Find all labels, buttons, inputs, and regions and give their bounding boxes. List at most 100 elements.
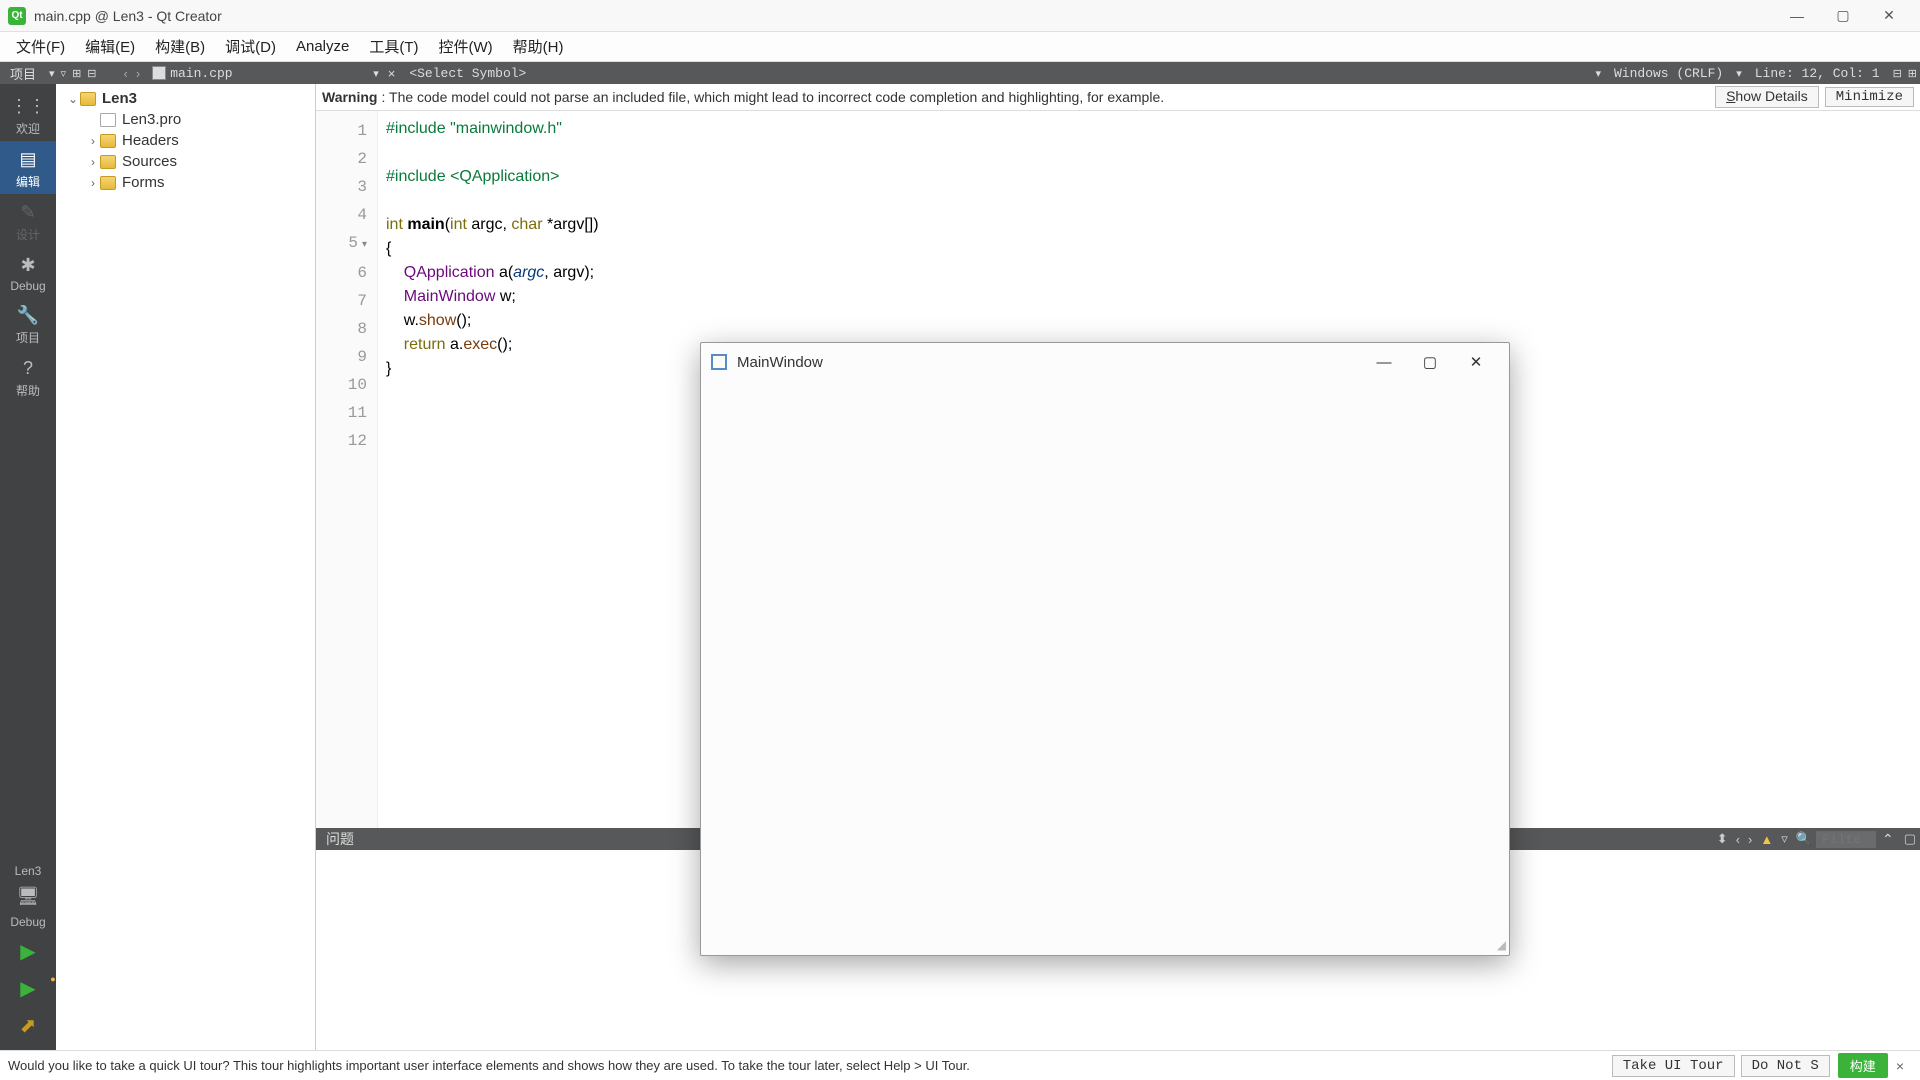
minimize-warning-button[interactable]: Minimize	[1825, 87, 1914, 107]
folder-icon	[100, 155, 116, 169]
run-debug-button[interactable]: ▶●	[20, 970, 35, 1007]
menu-help[interactable]: 帮助(H)	[503, 32, 574, 61]
menu-widgets[interactable]: 控件(W)	[429, 32, 503, 61]
line-number[interactable]: 3	[316, 173, 377, 201]
filter-icon-2[interactable]: ▿	[58, 67, 70, 80]
popup-close-icon[interactable]: ✕	[1453, 346, 1499, 378]
code-line[interactable]	[386, 189, 1912, 213]
line-number[interactable]: 2	[316, 145, 377, 173]
chevron-down-icon[interactable]: ⌄	[66, 92, 80, 106]
line-number[interactable]: 8	[316, 315, 377, 343]
edit-icon: ▤	[19, 149, 36, 170]
code-line[interactable]: #include <QApplication>	[386, 165, 1912, 189]
menu-file[interactable]: 文件(F)	[6, 32, 75, 61]
code-line[interactable]: w.show();	[386, 309, 1912, 333]
split-icon[interactable]: ⊞	[69, 67, 84, 80]
code-line[interactable]: #include "mainwindow.h"	[386, 117, 1912, 141]
project-dropdown[interactable]: 项目	[0, 64, 46, 83]
line-number[interactable]: 11	[316, 399, 377, 427]
file-dropdown-icon[interactable]: ▾	[370, 67, 382, 80]
popup-titlebar[interactable]: MainWindow — ▢ ✕	[701, 343, 1509, 381]
menu-tools[interactable]: 工具(T)	[359, 32, 428, 61]
bug-overlay-icon: ●	[50, 974, 55, 984]
issues-panel-title[interactable]: 问题	[316, 829, 364, 849]
menu-debug[interactable]: 调试(D)	[215, 32, 286, 61]
do-not-show-button[interactable]: Do Not S	[1741, 1055, 1830, 1077]
close-split-icon[interactable]: ⊟	[84, 67, 99, 80]
line-number[interactable]: 7	[316, 287, 377, 315]
open-file-dropdown[interactable]: main.cpp	[170, 66, 370, 81]
build-button[interactable]: ⬈	[20, 1007, 37, 1044]
tree-folder-headers[interactable]: ›Headers	[58, 130, 313, 151]
running-app-window[interactable]: MainWindow — ▢ ✕ ◢	[700, 342, 1510, 956]
code-line[interactable]: MainWindow w;	[386, 285, 1912, 309]
mode-design[interactable]: ✎设计	[0, 194, 56, 247]
popup-maximize-icon[interactable]: ▢	[1407, 346, 1453, 378]
line-number[interactable]: 9	[316, 343, 377, 371]
toolbar-icon[interactable]: ⊞	[1905, 67, 1920, 80]
show-details-button[interactable]: Show Details	[1715, 86, 1819, 108]
kit-selector-config[interactable]: Debug	[0, 911, 56, 933]
resize-grip-icon[interactable]: ◢	[1497, 938, 1506, 952]
take-ui-tour-button[interactable]: Take UI Tour	[1612, 1055, 1735, 1077]
mode-help[interactable]: ?帮助	[0, 350, 56, 403]
menu-edit[interactable]: 编辑(E)	[75, 32, 145, 61]
fold-icon[interactable]: ▾	[362, 239, 367, 250]
code-line[interactable]: QApplication a(argc, argv);	[386, 261, 1912, 285]
mode-projects[interactable]: 🔧项目	[0, 297, 56, 350]
tree-pro-file[interactable]: Len3.pro	[58, 109, 313, 130]
nav-next-icon[interactable]: ›	[1744, 832, 1756, 847]
warning-filter-icon[interactable]: ▲	[1756, 832, 1777, 847]
nav-prev-icon[interactable]: ‹	[1732, 832, 1744, 847]
menu-build[interactable]: 构建(B)	[145, 32, 215, 61]
kit-selector-project[interactable]: Len3	[0, 860, 56, 882]
tree-folder-forms[interactable]: ›Forms	[58, 172, 313, 193]
code-line[interactable]: {	[386, 237, 1912, 261]
toolbar-icon[interactable]: ⊟	[1890, 67, 1905, 80]
window-close-icon[interactable]: ✕	[1866, 0, 1912, 32]
code-line[interactable]	[386, 141, 1912, 165]
filter-icon[interactable]: ▿	[1777, 831, 1792, 847]
collapse-icon[interactable]: ⌃	[1876, 831, 1900, 848]
mode-debug[interactable]: ✱Debug	[0, 247, 56, 297]
symbol-dropdown[interactable]: <Select Symbol>	[401, 66, 534, 81]
code-line[interactable]: int main(int argc, char *argv[])	[386, 213, 1912, 237]
chevron-right-icon[interactable]: ›	[86, 176, 100, 190]
issues-filter-input[interactable]	[1816, 831, 1876, 848]
close-file-button[interactable]: ×	[382, 66, 402, 81]
line-number[interactable]: 4	[316, 201, 377, 229]
line-number[interactable]: 6	[316, 259, 377, 287]
cursor-position[interactable]: Line: 12, Col: 1	[1745, 66, 1890, 81]
line-number[interactable]: 10	[316, 371, 377, 399]
tree-label: Len3	[102, 90, 137, 107]
chevron-right-icon[interactable]: ›	[86, 155, 100, 169]
mode-selector: ⋮⋮欢迎 ▤编辑 ✎设计 ✱Debug 🔧项目 ?帮助 Len3 🖥 Debug…	[0, 84, 56, 1050]
popup-title: MainWindow	[737, 354, 823, 371]
run-button[interactable]: ▶	[20, 933, 35, 970]
mode-welcome[interactable]: ⋮⋮欢迎	[0, 88, 56, 141]
tree-folder-sources[interactable]: ›Sources	[58, 151, 313, 172]
close-tour-icon[interactable]: ×	[1888, 1058, 1912, 1074]
popup-minimize-icon[interactable]: —	[1361, 346, 1407, 378]
filter-icon[interactable]: ▾	[46, 67, 58, 80]
line-number-gutter[interactable]: 12345▾6789101112	[316, 111, 378, 828]
warning-label: Warning	[322, 89, 377, 105]
tree-project-root[interactable]: ⌄ Len3	[58, 88, 313, 109]
build-progress-badge[interactable]: 构建	[1838, 1053, 1888, 1078]
nav-forward-icon[interactable]: ›	[132, 66, 144, 81]
mode-edit[interactable]: ▤编辑	[0, 141, 56, 194]
monitor-icon[interactable]: 🖥	[0, 882, 56, 911]
close-panel-icon[interactable]: ▢	[1900, 831, 1920, 847]
menu-analyze[interactable]: Analyze	[286, 34, 359, 59]
line-number[interactable]: 5▾	[316, 229, 377, 259]
line-number[interactable]: 1	[316, 117, 377, 145]
window-minimize-icon[interactable]: —	[1774, 0, 1820, 32]
folder-icon	[100, 176, 116, 190]
wrench-icon: 🔧	[17, 305, 39, 326]
encoding-dropdown[interactable]: Windows (CRLF)	[1604, 66, 1733, 81]
window-maximize-icon[interactable]: ▢	[1820, 0, 1866, 32]
line-number[interactable]: 12	[316, 427, 377, 455]
chevron-right-icon[interactable]: ›	[86, 134, 100, 148]
nav-back-icon[interactable]: ‹	[120, 66, 132, 81]
issues-icon[interactable]: ⬍	[1713, 831, 1732, 847]
